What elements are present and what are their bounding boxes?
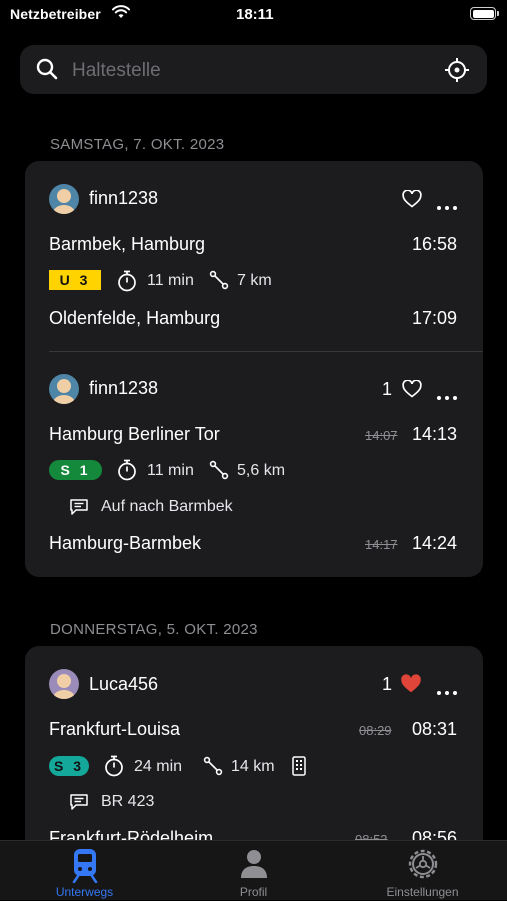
- departure-time: 14:13: [411, 424, 457, 444]
- heart-filled-icon[interactable]: [400, 674, 422, 699]
- username[interactable]: finn1238: [89, 188, 158, 209]
- comment-icon: [69, 793, 89, 816]
- route-icon: [209, 270, 229, 295]
- departure-time-planned: 08:29: [359, 723, 392, 738]
- status-bar: Netzbetreiber 18:11: [0, 0, 507, 30]
- arrival-station: Hamburg-Barmbek: [49, 533, 202, 553]
- avatar[interactable]: [49, 374, 79, 404]
- gear-icon: [406, 847, 440, 886]
- stopwatch-icon: [117, 459, 137, 486]
- distance-text: 5,6 km: [237, 462, 286, 479]
- search-icon: [36, 58, 58, 85]
- more-icon[interactable]: [437, 682, 457, 700]
- duration-text: 11 min: [147, 462, 194, 479]
- username[interactable]: Luca456: [89, 674, 158, 695]
- tab-profil[interactable]: Profil: [169, 841, 338, 901]
- stopwatch-icon: [117, 270, 137, 297]
- line-badge: S 1: [49, 460, 102, 480]
- distance-text: 14 km: [231, 758, 275, 775]
- person-icon: [240, 849, 268, 884]
- comment-text: Auf nach Barmbek: [101, 498, 233, 515]
- duration-text: 24 min: [134, 758, 183, 775]
- search-input[interactable]: [70, 57, 434, 85]
- journey-entry[interactable]: finn1238 Barmbek, Hamburg 16:58 U 3 11 m…: [25, 161, 483, 351]
- like-count: 1: [382, 674, 393, 694]
- more-icon[interactable]: [437, 387, 457, 405]
- wifi-icon: [112, 5, 130, 24]
- section-header-date: SAMSTAG, 7. OKT. 2023: [50, 136, 225, 153]
- distance-text: 7 km: [237, 272, 272, 289]
- tab-bar: Unterwegs Profil Einstellungen: [0, 840, 507, 900]
- tab-label: Unterwegs: [55, 885, 114, 899]
- route-icon: [209, 460, 229, 485]
- carrier-label: Netzbetreiber: [10, 6, 101, 22]
- tab-unterwegs[interactable]: Unterwegs: [0, 841, 169, 901]
- avatar[interactable]: [49, 184, 79, 214]
- arrival-time: 14:24: [411, 533, 457, 553]
- route-icon: [203, 756, 223, 781]
- battery-icon: [470, 7, 499, 20]
- departure-station: Hamburg Berliner Tor: [49, 424, 220, 444]
- section-header-date: DONNERSTAG, 5. OKT. 2023: [50, 621, 258, 638]
- journey-card: finn1238 Barmbek, Hamburg 16:58 U 3 11 m…: [25, 161, 483, 577]
- avatar[interactable]: [49, 669, 79, 699]
- more-icon[interactable]: [437, 197, 457, 215]
- tab-label: Profil: [239, 885, 268, 899]
- journey-entry[interactable]: finn1238 1 Hamburg Berliner Tor 14:07 14…: [25, 352, 483, 577]
- line-badge: S 3: [49, 756, 89, 776]
- status-time: 18:11: [236, 6, 274, 23]
- departure-time: 16:58: [411, 234, 457, 254]
- tab-einstellungen[interactable]: Einstellungen: [338, 841, 507, 901]
- arrival-time: 17:09: [411, 308, 457, 328]
- heart-icon[interactable]: [402, 189, 422, 213]
- comment-text: BR 423: [101, 793, 155, 810]
- location-crosshair-icon[interactable]: [444, 57, 470, 88]
- heart-icon[interactable]: [402, 379, 422, 403]
- arrival-time-planned: 14:17: [365, 537, 398, 552]
- departure-station: Frankfurt-Louisa: [49, 719, 181, 739]
- tab-label: Einstellungen: [386, 885, 459, 899]
- like-count: 1: [382, 379, 393, 399]
- arrival-station: Oldenfelde, Hamburg: [49, 308, 221, 328]
- duration-text: 11 min: [147, 272, 194, 289]
- departure-time: 08:31: [411, 719, 457, 739]
- departure-station: Barmbek, Hamburg: [49, 234, 206, 254]
- search-bar: [20, 45, 487, 94]
- line-badge: U 3: [49, 270, 101, 290]
- building-icon: [291, 756, 307, 781]
- comment-icon: [69, 498, 89, 521]
- train-icon: [70, 847, 100, 888]
- stopwatch-icon: [104, 755, 124, 782]
- departure-time-planned: 14:07: [365, 428, 398, 443]
- username[interactable]: finn1238: [89, 378, 158, 399]
